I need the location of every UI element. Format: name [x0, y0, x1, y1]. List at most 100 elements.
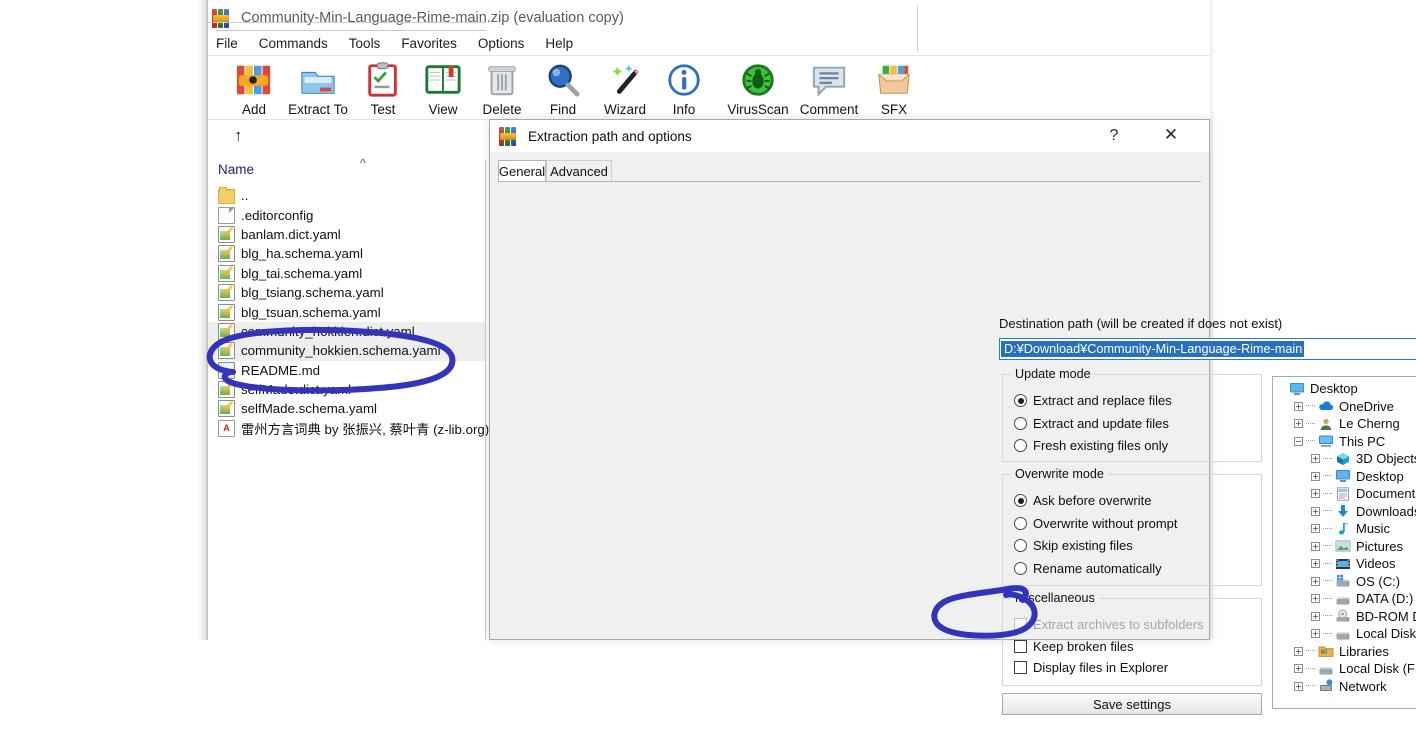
- expand-plus-icon[interactable]: +: [1311, 594, 1320, 604]
- file-list-item[interactable]: blg_tsuan.schema.yaml: [208, 302, 486, 321]
- file-list-item[interactable]: A 雷州方言词典 by 张振兴, 蔡叶青 (z-lib.org): [208, 419, 489, 438]
- tree-connector: [1323, 597, 1332, 600]
- radio-button[interactable]: [1014, 416, 1027, 430]
- tree-node[interactable]: + BD-ROM Drive (E:): [1277, 608, 1416, 626]
- expand-plus-icon[interactable]: +: [1294, 401, 1303, 411]
- tree-node[interactable]: Desktop: [1277, 380, 1416, 398]
- file-list-item[interactable]: ..: [208, 186, 486, 205]
- update-mode-option-0[interactable]: Extract and replace files: [1014, 393, 1172, 408]
- expand-plus-icon[interactable]: +: [1294, 664, 1303, 674]
- tree-node[interactable]: + Music: [1277, 520, 1416, 538]
- tree-node[interactable]: + Pictures: [1277, 538, 1416, 556]
- expand-plus-icon[interactable]: +: [1311, 541, 1320, 551]
- toolbar-button-delete[interactable]: Delete: [470, 59, 534, 117]
- expand-plus-icon[interactable]: +: [1311, 629, 1320, 639]
- tree-node[interactable]: + Documents: [1277, 485, 1416, 503]
- expand-plus-icon[interactable]: +: [1294, 646, 1303, 656]
- toolbar-button-view[interactable]: View: [411, 59, 475, 117]
- destination-path-label: Destination path (will be created if doe…: [999, 316, 1283, 331]
- update-mode-caption: Update mode: [1011, 367, 1095, 381]
- menu-item-tools[interactable]: Tools: [349, 36, 381, 51]
- file-name: ..: [241, 188, 249, 204]
- expand-plus-icon[interactable]: +: [1294, 681, 1303, 691]
- toolbar-button-label: Wizard: [603, 102, 646, 117]
- file-list-item[interactable]: blg_ha.schema.yaml: [208, 244, 486, 263]
- toolbar-button-extract-to[interactable]: Extract To: [286, 59, 350, 117]
- save-settings-button[interactable]: Save settings: [1002, 693, 1262, 715]
- radio-button[interactable]: [1014, 516, 1027, 530]
- update-mode-option-2[interactable]: Fresh existing files only: [1014, 438, 1168, 453]
- miscellaneous-option-2[interactable]: Display files in Explorer: [1014, 660, 1168, 675]
- expand-plus-icon[interactable]: +: [1311, 454, 1320, 464]
- toolbar-button-sfx[interactable]: SFX: [862, 59, 926, 117]
- file-list[interactable]: .. .editorconfig banlam.dict.yaml blg_ha.sc…: [208, 186, 489, 640]
- toolbar-button-virusscan[interactable]: VirusScan: [726, 59, 790, 117]
- tree-node[interactable]: + OS (C:): [1277, 573, 1416, 591]
- file-list-item[interactable]: community_hokkien.dict.yaml: [208, 321, 486, 342]
- expand-plus-icon[interactable]: +: [1311, 611, 1320, 621]
- radio-button[interactable]: [1014, 439, 1027, 452]
- tree-node[interactable]: + Local Disk (F:): [1277, 660, 1416, 678]
- expand-plus-icon[interactable]: +: [1294, 419, 1303, 429]
- expand-plus-icon[interactable]: +: [1311, 471, 1320, 481]
- toolbar-button-test[interactable]: Test: [351, 59, 415, 117]
- overwrite-mode-option-0[interactable]: Ask before overwrite: [1014, 493, 1152, 508]
- file-list-item[interactable]: selfMade.schema.yaml: [208, 399, 486, 418]
- expand-plus-icon[interactable]: +: [1311, 506, 1320, 516]
- folder-tree[interactable]: Desktop + OneDrive + Le Cherng − This PC +3D Ob…: [1272, 376, 1416, 709]
- tree-node[interactable]: + DATA (D:): [1277, 590, 1416, 608]
- file-list-item[interactable]: blg_tsiang.schema.yaml: [208, 283, 486, 302]
- music-note-icon: [1335, 522, 1351, 536]
- toolbar-button-find[interactable]: Find: [531, 59, 595, 117]
- expand-plus-icon[interactable]: +: [1311, 559, 1320, 569]
- tree-node[interactable]: + OneDrive: [1277, 398, 1416, 416]
- tab-advanced[interactable]: Advanced: [546, 160, 612, 182]
- checkbox[interactable]: [1014, 661, 1027, 674]
- toolbar-button-wizard[interactable]: Wizard: [593, 59, 657, 117]
- toolbar-button-info[interactable]: Info: [652, 59, 716, 117]
- menu-item-favorites[interactable]: Favorites: [401, 36, 457, 51]
- tree-node[interactable]: − This PC: [1277, 433, 1416, 451]
- toolbar-button-add[interactable]: Add: [222, 59, 286, 117]
- update-mode-option-1[interactable]: Extract and update files: [1014, 416, 1169, 431]
- filelist-column-header[interactable]: Name ^: [208, 156, 486, 184]
- close-icon[interactable]: ✕: [1151, 124, 1191, 146]
- menu-item-file[interactable]: File: [216, 36, 238, 51]
- overwrite-mode-option-2[interactable]: Skip existing files: [1014, 538, 1133, 553]
- windows-drive-icon: [1335, 574, 1351, 588]
- radio-button[interactable]: [1014, 494, 1027, 507]
- up-arrow-icon[interactable]: ↑: [234, 126, 243, 146]
- radio-button[interactable]: [1014, 394, 1027, 407]
- tree-node[interactable]: + Libraries: [1277, 643, 1416, 661]
- file-list-item[interactable]: selfMade.dict.yaml: [208, 380, 486, 399]
- miscellaneous-option-1[interactable]: Keep broken files: [1014, 639, 1133, 654]
- radio-button[interactable]: [1014, 561, 1027, 575]
- radio-button[interactable]: [1014, 539, 1027, 552]
- destination-path-input[interactable]: D:¥Download¥Community-Min-Language-Rime-…: [999, 338, 1416, 360]
- tree-node-label: This PC: [1339, 433, 1386, 449]
- tree-node[interactable]: + Videos: [1277, 555, 1416, 573]
- file-list-item[interactable]: community_hokkien.schema.yaml: [208, 341, 486, 361]
- checkbox[interactable]: [1014, 639, 1027, 653]
- tab-general[interactable]: General: [498, 160, 546, 182]
- menu-item-options[interactable]: Options: [478, 36, 525, 51]
- expand-plus-icon[interactable]: +: [1311, 524, 1320, 534]
- overwrite-mode-option-3[interactable]: Rename automatically: [1014, 561, 1162, 576]
- tree-node[interactable]: + Desktop: [1277, 468, 1416, 486]
- file-list-item[interactable]: .editorconfig: [208, 205, 486, 224]
- tree-node[interactable]: +3D Objects: [1277, 450, 1416, 468]
- menu-item-help[interactable]: Help: [545, 36, 573, 51]
- tree-node[interactable]: + Downloads: [1277, 503, 1416, 521]
- file-list-item[interactable]: blg_tai.schema.yaml: [208, 264, 486, 283]
- menu-item-commands[interactable]: Commands: [259, 36, 328, 51]
- toolbar-button-comment[interactable]: Comment: [797, 59, 861, 117]
- collapse-minus-icon[interactable]: −: [1294, 436, 1303, 446]
- expand-plus-icon[interactable]: +: [1311, 489, 1320, 499]
- overwrite-mode-option-1[interactable]: Overwrite without prompt: [1014, 516, 1178, 531]
- expand-plus-icon[interactable]: +: [1311, 576, 1320, 586]
- tree-node[interactable]: + Network: [1277, 678, 1416, 696]
- tree-node[interactable]: + Le Cherng: [1277, 415, 1416, 433]
- file-list-item[interactable]: banlam.dict.yaml: [208, 225, 486, 244]
- file-list-item[interactable]: README.md: [208, 361, 486, 380]
- dialog-help-button[interactable]: ?: [1097, 126, 1131, 146]
